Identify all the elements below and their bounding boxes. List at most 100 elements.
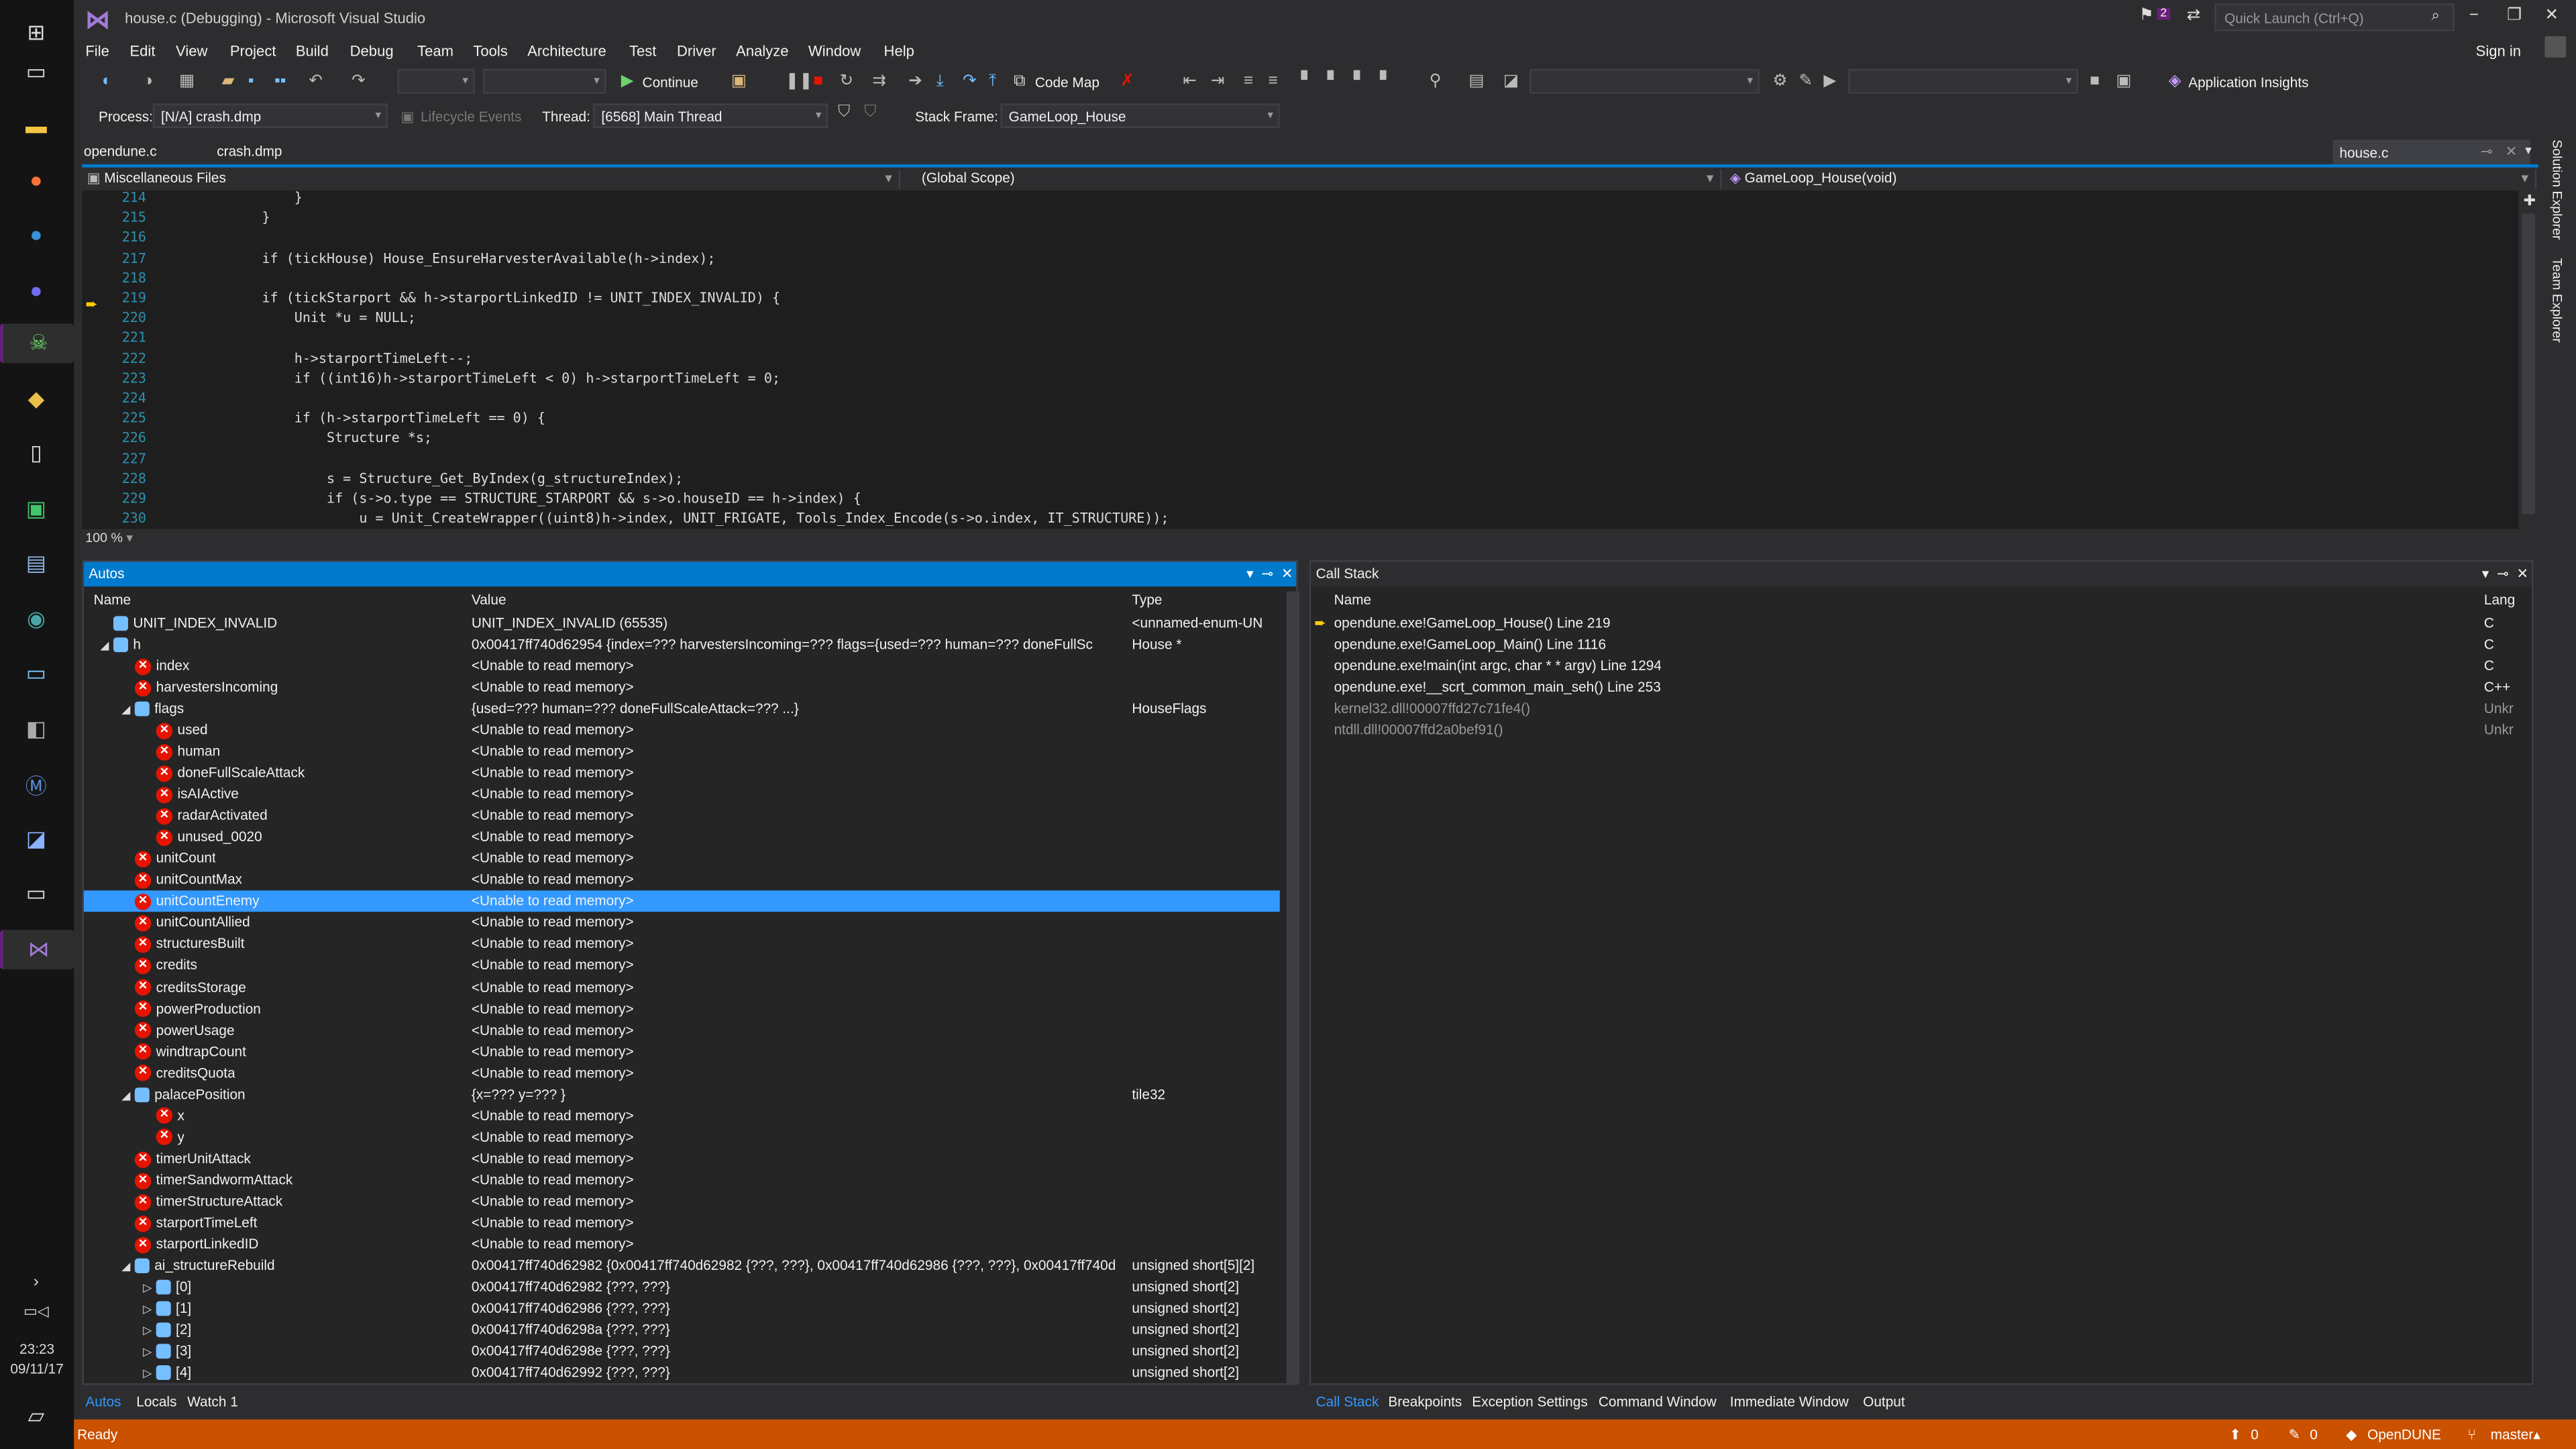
menu-analyze[interactable]: Analyze [736,43,788,59]
expand-arrow-icon[interactable]: ◢ [121,703,135,716]
code-line[interactable]: 230 u = Unit_CreateWrapper((uint8)h->ind… [82,508,2518,528]
redo-icon[interactable]: ↷ [352,72,366,91]
m-app-icon[interactable]: Ⓜ [16,764,56,804]
variable-value[interactable]: <Unable to read memory> [472,1192,1129,1208]
repo-name[interactable]: OpenDUNE [2367,1426,2441,1442]
minimize-button[interactable]: − [2469,7,2479,25]
visual-studio-icon[interactable]: ⋈ [0,930,74,969]
tag-icon[interactable]: ✎ [1799,72,1813,91]
code-editor[interactable]: 214 } 215 } 216 217 if (tickHouse) House_En… [82,191,2519,529]
autos-row[interactable]: ✕ timerUnitAttack <Unable to read memory> [84,1148,1280,1169]
autos-row[interactable]: ✕ index <Unable to read memory> [84,655,1280,677]
autos-row[interactable]: ✕ creditsQuota <Unable to read memory> [84,1063,1280,1084]
variable-value[interactable]: <Unable to read memory> [472,1042,1129,1059]
code-line[interactable]: 221 [82,327,2518,347]
file-explorer-icon[interactable]: ▬ [16,105,56,145]
autos-row[interactable]: ✕ timerStructureAttack <Unable to read mem… [84,1191,1280,1212]
device-icon[interactable]: ▣ [2116,72,2131,91]
variable-value[interactable]: {x=??? y=??? } [472,1085,1129,1102]
code-line[interactable]: 222 h->starportTimeLeft--; [82,347,2518,368]
pin-icon[interactable]: ⊸ [2481,143,2492,161]
zoom-level[interactable]: 100 % [85,531,123,545]
branch-name[interactable]: master [2491,1426,2534,1442]
continue-button[interactable]: Continue [643,74,698,90]
variable-value[interactable]: 0x00417ff740d62954 {index=??? harvesters… [472,636,1129,652]
clock[interactable]: 23:23 09/11/17 [0,1339,74,1379]
menu-debug[interactable]: Debug [350,43,394,59]
application-insights-button[interactable]: Application Insights [2188,74,2308,90]
autos-row[interactable]: ✕ unitCountAllied <Unable to read memory> [84,912,1280,934]
network-speaker-icon[interactable]: ▭◁ [16,1291,56,1331]
solution-explorer-tab[interactable]: Solution Explorer [2550,140,2565,239]
insights-icon[interactable]: ◈ [2169,72,2182,91]
variable-value[interactable]: <Unable to read memory> [472,978,1129,994]
variable-value[interactable]: <Unable to read memory> [472,1150,1129,1166]
autos-row[interactable]: ▷ [3] 0x00417ff740d6298e {???, ???} unsigne… [84,1340,1280,1362]
firefox-icon[interactable]: ● [16,160,56,199]
new-project-icon[interactable]: ▦ [179,72,195,91]
variable-value[interactable]: <Unable to read memory> [472,657,1129,674]
expand-arrow-icon[interactable]: ▷ [143,1281,156,1294]
variable-value[interactable]: <Unable to read memory> [472,1000,1129,1016]
team-icon[interactable]: ⚙ [1772,72,1787,91]
configuration-select[interactable]: ▾ [397,68,475,94]
autos-row[interactable]: ▷ [1] 0x00417ff740d62986 {???, ???} unsigne… [84,1298,1280,1320]
menu-architecture[interactable]: Architecture [527,43,606,59]
continue-icon[interactable]: ▶ [621,72,634,91]
globe-app-icon[interactable]: ◉ [16,600,56,639]
code-line[interactable]: 228 s = Structure_Get_ByIndex(g_structur… [82,468,2518,488]
code-line[interactable]: 214 } [82,191,2518,207]
stop-icon[interactable]: ■ [813,72,823,91]
next-bookmark-icon[interactable]: ▘ [1354,72,1366,91]
expand-arrow-icon[interactable]: ◢ [121,1089,135,1102]
process-select[interactable]: [N/A] crash.dmp ▾ [152,103,388,129]
autos-row[interactable]: ◢ ai_structureRebuild 0x00417ff740d62982 {… [84,1255,1280,1277]
variable-value[interactable]: <Unable to read memory> [472,1214,1129,1230]
quick-launch-input[interactable]: Quick Launch (Ctrl+Q) [2214,3,2455,32]
editor-scrollbar[interactable] [2522,213,2535,515]
variable-value[interactable]: <Unable to read memory> [472,914,1129,930]
menu-view[interactable]: View [176,43,207,59]
restore-button[interactable]: ❐ [2507,7,2522,25]
variable-value[interactable]: <Unable to read memory> [472,1235,1129,1251]
code-line[interactable]: 220 Unit *u = NULL; [82,307,2518,327]
restart-icon[interactable]: ↻ [839,72,853,91]
stop-square-icon[interactable]: ■ [2090,72,2100,91]
autos-row[interactable]: ◢ palacePosition {x=??? y=??? } tile32 [84,1083,1280,1105]
variable-value[interactable]: UNIT_INDEX_INVALID (65535) [472,614,1129,631]
menu-tools[interactable]: Tools [473,43,507,59]
step-arrow-icon[interactable]: ➔ [908,72,922,91]
paint-app-icon[interactable]: ◧ [16,710,56,749]
autos-row[interactable]: ✕ used <Unable to read memory> [84,720,1280,741]
variable-value[interactable]: <Unable to read memory> [472,1021,1129,1037]
code-line[interactable]: 218 [82,268,2518,288]
code-map-icon[interactable]: ⧉ [1014,72,1025,91]
step-into-icon[interactable]: ⤓ [936,72,944,91]
variable-value[interactable]: 0x00417ff740d62992 {???, ???} [472,1364,1129,1380]
tab-call-stack[interactable]: Call Stack [1316,1393,1379,1409]
autos-row[interactable]: UNIT_INDEX_INVALID UNIT_INDEX_INVALID (65… [84,612,1280,634]
pencil-icon[interactable]: ✎ [2288,1426,2300,1444]
autos-col-value[interactable]: Value [472,592,506,613]
autos-row[interactable]: ✕ powerProduction <Unable to read memory> [84,998,1280,1020]
team-explorer-tab[interactable]: Team Explorer [2550,258,2565,342]
call-stack-row[interactable]: opendune.exe!GameLoop_Main() Line 1116 C [1311,634,2526,655]
autos-row[interactable]: ✕ timerSandwormAttack <Unable to read memo… [84,1169,1280,1191]
tab-command-window[interactable]: Command Window [1599,1393,1717,1409]
code-line[interactable]: 227 [82,448,2518,468]
tab-close-icon[interactable]: ✕ [2506,143,2517,161]
forward-icon[interactable]: ◑ [143,72,153,91]
uncomment-icon[interactable]: ≡ [1269,72,1278,91]
autos-row[interactable]: ✕ x <Unable to read memory> [84,1105,1280,1126]
document-app-icon[interactable]: ▯ [16,434,56,474]
back-icon[interactable]: ◐ [102,72,112,91]
qt-app-icon[interactable]: ▣ [16,490,56,529]
break-all-icon[interactable]: ❚❚ [786,72,813,91]
stack-frame-select[interactable]: GameLoop_House ▾ [1000,103,1280,129]
prev-bookmark-icon[interactable]: ▘ [1328,72,1340,91]
variable-value[interactable]: 0x00417ff740d62986 {???, ???} [472,1299,1129,1316]
menu-project[interactable]: Project [230,43,276,59]
code-line[interactable]: 217 if (tickHouse) House_EnsureHarvester… [82,248,2518,268]
outdent-icon[interactable]: ⇥ [1211,72,1225,91]
tab-immediate-window[interactable]: Immediate Window [1730,1393,1849,1409]
